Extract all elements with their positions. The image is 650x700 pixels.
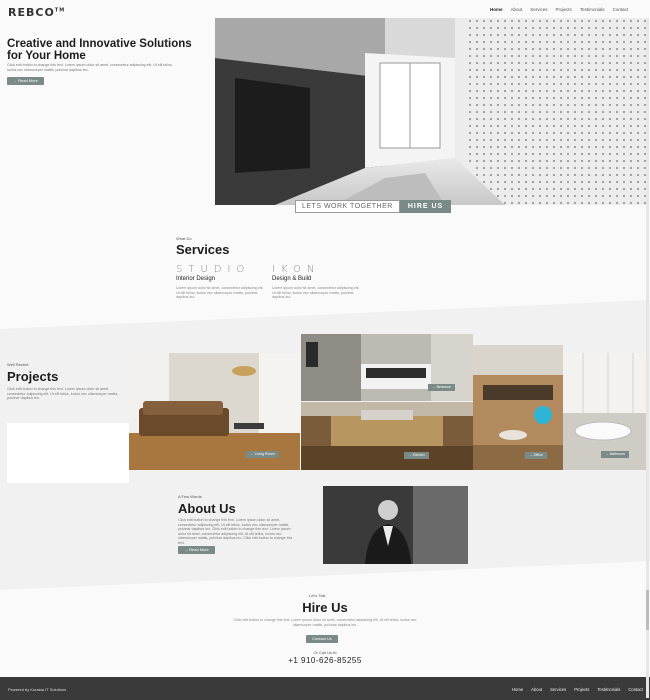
about-text: Click edit button to change this text. L… bbox=[178, 518, 293, 545]
project-tile-bathroom[interactable]: → Bathroom bbox=[563, 353, 647, 470]
project-tile-living-room[interactable]: → Living Room bbox=[129, 353, 300, 470]
nav-services[interactable]: Services bbox=[530, 7, 547, 12]
about-portrait-image bbox=[323, 486, 468, 564]
project-tag-bathroom[interactable]: → Bathroom bbox=[601, 451, 630, 458]
nav-projects[interactable]: Projects bbox=[556, 7, 572, 12]
service-2-wordmark: IKON bbox=[272, 264, 321, 275]
hero-text: Click edit button to change this text. L… bbox=[7, 63, 173, 72]
service-1-text: Lorem ipsum dolor sit amet, consectetur … bbox=[176, 286, 264, 300]
hire-title: Hire Us bbox=[302, 600, 348, 615]
footer-nav-testimonials[interactable]: Testimonials bbox=[597, 687, 620, 692]
about-read-more-button[interactable]: → Read More bbox=[178, 546, 215, 554]
projects-title: Projects bbox=[7, 369, 59, 384]
service-2-text: Lorem ipsum dolor sit amet, consectetur … bbox=[272, 286, 360, 300]
nav-home[interactable]: Home bbox=[490, 7, 503, 12]
phone-number[interactable]: +1 910-626-85255 bbox=[0, 656, 650, 665]
footer-nav-about[interactable]: About bbox=[531, 687, 542, 692]
scrollbar-thumb[interactable] bbox=[646, 590, 649, 630]
projects-kicker: Well Recent bbox=[7, 362, 29, 367]
project-tile-office[interactable]: → Office bbox=[473, 345, 563, 470]
call-label: Or Call Us At bbox=[313, 650, 337, 655]
footer-nav-home[interactable]: Home bbox=[512, 687, 523, 692]
project-tile-kitchen[interactable]: → Kitchen bbox=[301, 402, 473, 470]
service-2-name: Design & Build bbox=[272, 276, 312, 282]
hero-title: Creative and Innovative Solutions for Yo… bbox=[7, 38, 192, 62]
footer-nav-services[interactable]: Services bbox=[550, 687, 566, 692]
hire-text: Click edit button to change this text. L… bbox=[233, 618, 417, 627]
hero-read-more-button[interactable]: → Read More bbox=[7, 77, 44, 85]
project-tag-bedroom[interactable]: → Bedroom bbox=[428, 384, 456, 391]
nav-testimonials[interactable]: Testimonials bbox=[580, 7, 605, 12]
footer-nav-contact[interactable]: Contact bbox=[628, 687, 642, 692]
banner-left-text: LETS WORK TOGETHER bbox=[295, 200, 400, 213]
hire-banner[interactable]: LETS WORK TOGETHER HIRE US bbox=[295, 200, 452, 213]
projects-panel bbox=[7, 423, 129, 483]
contact-us-button[interactable]: Contact Us bbox=[306, 635, 338, 643]
about-title: About Us bbox=[178, 501, 236, 516]
hero-image bbox=[215, 18, 647, 205]
nav-contact[interactable]: Contact bbox=[613, 7, 629, 12]
projects-text: Click edit button to change this text. L… bbox=[7, 387, 119, 401]
project-tag-office[interactable]: → Office bbox=[525, 452, 547, 459]
service-1-wordmark: STUDIO bbox=[176, 264, 251, 275]
hire-kicker: Let's Talk bbox=[309, 593, 326, 598]
banner-hire-us[interactable]: HIRE US bbox=[399, 200, 452, 213]
project-tile-bedroom[interactable]: → Bedroom bbox=[301, 334, 473, 401]
about-kicker: A Few Words bbox=[178, 494, 202, 499]
footer-nav: Home About Services Projects Testimonial… bbox=[512, 687, 643, 692]
footer-nav-projects[interactable]: Projects bbox=[574, 687, 589, 692]
site-logo[interactable]: REBCOTM bbox=[8, 6, 65, 19]
footer-credit: Powered by Kurasta IT Solutions bbox=[8, 687, 67, 692]
project-tag-kitchen[interactable]: → Kitchen bbox=[404, 452, 429, 459]
services-title: Services bbox=[176, 242, 230, 257]
top-nav: Home About Services Projects Testimonial… bbox=[490, 7, 628, 12]
service-1-name: Interior Design bbox=[176, 276, 216, 282]
project-tag-living-room[interactable]: → Living Room bbox=[246, 451, 279, 458]
nav-about[interactable]: About bbox=[511, 7, 523, 12]
services-kicker: What Do bbox=[176, 236, 192, 241]
